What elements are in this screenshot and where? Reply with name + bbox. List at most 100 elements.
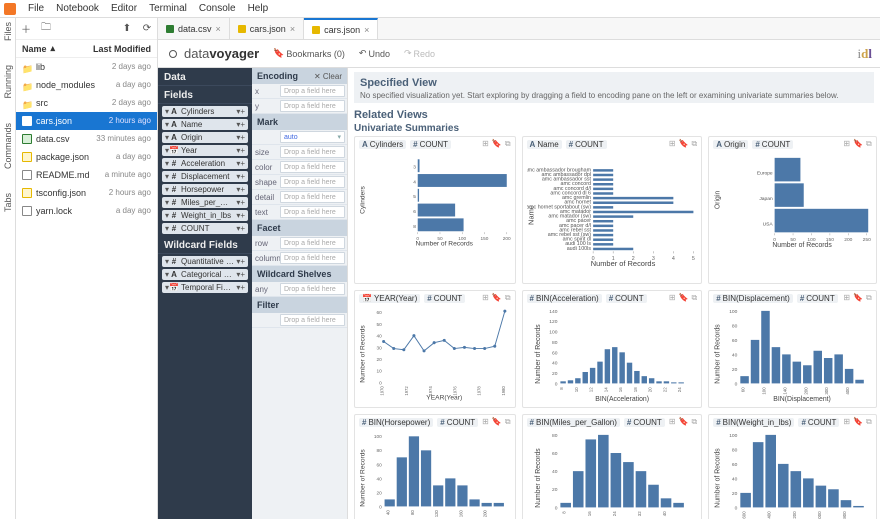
add-field-icon[interactable]: + <box>240 172 245 181</box>
document-tab[interactable]: cars.json× <box>230 18 304 39</box>
menu-help[interactable]: Help <box>248 3 269 14</box>
add-field-icon[interactable]: + <box>240 120 245 129</box>
menu-terminal[interactable]: Terminal <box>149 3 187 14</box>
spec-icon[interactable]: ⊞ <box>482 139 489 149</box>
copy-icon[interactable]: ⧉ <box>692 417 698 427</box>
bookmark-icon[interactable]: 🔖 <box>853 293 863 303</box>
encoding-shelf[interactable]: Drop a field here <box>280 283 345 295</box>
new-folder-icon[interactable]: 🗀 <box>40 23 52 35</box>
refresh-icon[interactable]: ⟳ <box>141 23 153 35</box>
encoding-shelf[interactable]: Drop a field here <box>280 252 345 264</box>
chart-disp[interactable]: Number of Records 6010014020030040002040… <box>713 305 872 403</box>
field-pill[interactable]: ▾#Weight_in_lbs▾+ <box>162 210 248 221</box>
field-pill[interactable]: ▾AName▾+ <box>162 119 248 130</box>
bookmark-icon[interactable]: 🔖 <box>492 139 502 149</box>
encoded-field[interactable]: # COUNT <box>606 294 647 303</box>
add-field-icon[interactable]: + <box>240 257 245 266</box>
encoding-shelf[interactable]: Drop a field here <box>280 161 345 173</box>
field-pill[interactable]: ▾AOrigin▾+ <box>162 132 248 143</box>
encoded-field[interactable]: # COUNT <box>797 294 838 303</box>
bookmarks-button[interactable]: 🔖 Bookmarks (0) <box>273 48 345 59</box>
encoding-shelf[interactable]: Drop a field here <box>280 191 345 203</box>
add-field-icon[interactable]: + <box>240 133 245 142</box>
field-pill[interactable]: ▾#Displacement▾+ <box>162 171 248 182</box>
field-pill[interactable]: ▾#Miles_per_Gallon▾+ <box>162 197 248 208</box>
encoded-field[interactable]: A Name <box>527 140 562 149</box>
copy-icon[interactable]: ⧉ <box>866 139 872 149</box>
chart-year[interactable]: Number of Records 0102030405060197019721… <box>359 305 511 403</box>
field-pill[interactable]: ▾#Quantitative Fields▾+ <box>162 256 248 267</box>
close-icon[interactable]: × <box>216 24 221 34</box>
encoding-shelf[interactable]: Drop a field here <box>280 237 345 249</box>
copy-icon[interactable]: ⧉ <box>505 417 511 427</box>
spec-icon[interactable]: ⊞ <box>482 293 489 303</box>
add-field-icon[interactable]: + <box>240 107 245 116</box>
encoded-field[interactable]: # COUNT <box>624 418 665 427</box>
filter-shelf[interactable]: Drop a field here <box>280 314 345 326</box>
spec-icon[interactable]: ⊞ <box>843 417 850 427</box>
undo-button[interactable]: ↶ Undo <box>359 48 390 59</box>
chart-accel[interactable]: Number of Records 8101214161820222402040… <box>527 305 698 403</box>
encoded-field[interactable]: # COUNT <box>566 140 607 149</box>
bookmark-icon[interactable]: 🔖 <box>679 417 689 427</box>
chart-weight[interactable]: Number of Records 1600240032004000480002… <box>713 429 872 519</box>
add-field-icon[interactable]: + <box>240 159 245 168</box>
rail-tab-files[interactable]: Files <box>3 22 13 41</box>
spec-icon[interactable]: ⊞ <box>669 293 676 303</box>
menu-editor[interactable]: Editor <box>111 3 137 14</box>
file-row[interactable]: package.jsona day ago <box>16 148 157 166</box>
document-tab[interactable]: cars.json× <box>304 18 378 39</box>
encoded-field[interactable]: # BIN(Displacement) <box>713 294 793 303</box>
add-field-icon[interactable]: + <box>240 198 245 207</box>
file-row[interactable]: node_modulesa day ago <box>16 76 157 94</box>
encoding-shelf[interactable]: Drop a field here <box>280 100 345 112</box>
clear-encoding-button[interactable]: ✕ Clear <box>314 72 342 81</box>
field-pill[interactable]: ▾📅Temporal Fields▾+ <box>162 282 248 293</box>
chart-hp[interactable]: Number of Records 4080120160200020406080… <box>359 429 511 519</box>
mark-selector[interactable]: auto▾ <box>280 131 345 143</box>
add-field-icon[interactable]: + <box>240 146 245 155</box>
menu-console[interactable]: Console <box>199 3 236 14</box>
field-pill[interactable]: ▾#COUNT▾+ <box>162 223 248 234</box>
chart-origin[interactable]: Origin EuropeJapanUSA050100150200250 Num… <box>713 151 872 249</box>
close-icon[interactable]: × <box>290 24 295 34</box>
encoded-field[interactable]: # BIN(Acceleration) <box>527 294 602 303</box>
encoded-field[interactable]: # COUNT <box>424 294 465 303</box>
menu-file[interactable]: File <box>28 3 44 14</box>
file-row[interactable]: lib2 days ago <box>16 58 157 76</box>
spec-icon[interactable]: ⊞ <box>843 293 850 303</box>
copy-icon[interactable]: ⧉ <box>505 293 511 303</box>
close-icon[interactable]: × <box>364 25 369 35</box>
bookmark-icon[interactable]: 🔖 <box>679 139 689 149</box>
rail-tab-running[interactable]: Running <box>3 65 13 99</box>
encoding-shelf[interactable]: Drop a field here <box>280 85 345 97</box>
menu-notebook[interactable]: Notebook <box>56 3 99 14</box>
spec-icon[interactable]: ⊞ <box>669 139 676 149</box>
bookmark-icon[interactable]: 🔖 <box>853 139 863 149</box>
field-pill[interactable]: ▾#Horsepower▾+ <box>162 184 248 195</box>
spec-icon[interactable]: ⊞ <box>669 417 676 427</box>
field-pill[interactable]: ▾ACylinders▾+ <box>162 106 248 117</box>
file-row[interactable]: cars.json2 hours ago <box>16 112 157 130</box>
rail-tab-commands[interactable]: Commands <box>3 123 13 169</box>
bookmark-icon[interactable]: 🔖 <box>492 417 502 427</box>
encoded-field[interactable]: # COUNT <box>752 140 793 149</box>
copy-icon[interactable]: ⧉ <box>505 139 511 149</box>
sort-icon[interactable]: ▴ <box>51 43 56 54</box>
encoded-field[interactable]: # COUNT <box>798 418 839 427</box>
rail-tab-tabs[interactable]: Tabs <box>3 193 13 212</box>
encoding-shelf[interactable]: Drop a field here <box>280 206 345 218</box>
add-field-icon[interactable]: + <box>240 224 245 233</box>
copy-icon[interactable]: ⧉ <box>866 417 872 427</box>
file-row[interactable]: tsconfig.json2 hours ago <box>16 184 157 202</box>
bookmark-icon[interactable]: 🔖 <box>853 417 863 427</box>
file-row[interactable]: yarn.locka day ago <box>16 202 157 220</box>
chart-cyl[interactable]: Cylinders 34568050100150200 Number of Re… <box>359 151 511 249</box>
encoded-field[interactable]: A Origin <box>713 140 748 149</box>
file-row[interactable]: README.mda minute ago <box>16 166 157 184</box>
encoded-field[interactable]: A Cylinders <box>359 140 406 149</box>
spec-icon[interactable]: ⊞ <box>482 417 489 427</box>
encoded-field[interactable]: 📅 YEAR(Year) <box>359 294 420 303</box>
encoding-shelf[interactable]: Drop a field here <box>280 146 345 158</box>
spec-icon[interactable]: ⊞ <box>843 139 850 149</box>
